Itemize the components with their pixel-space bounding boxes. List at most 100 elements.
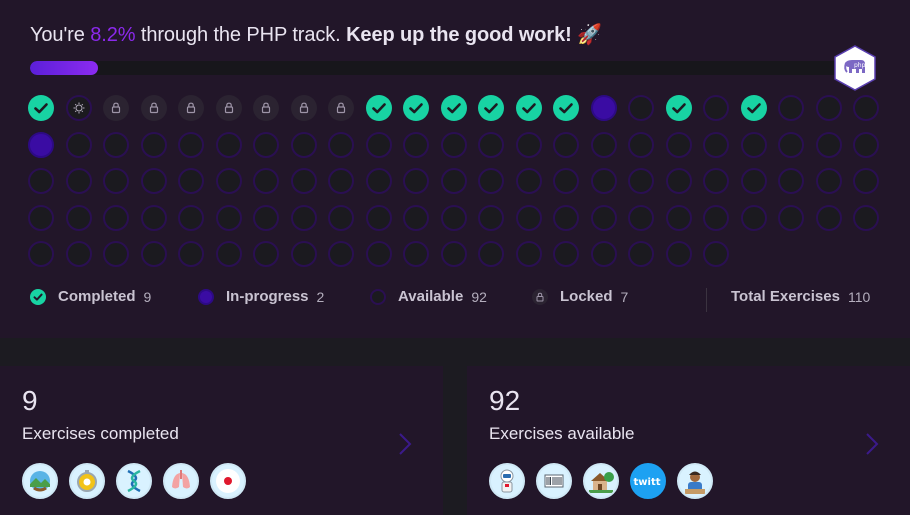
exercise-dot-available[interactable] xyxy=(553,205,579,231)
exercise-dot-completed[interactable] xyxy=(366,95,392,121)
exercise-dot-completed[interactable] xyxy=(666,95,692,121)
exercise-dot-locked[interactable] xyxy=(253,95,279,121)
exercise-dot-available[interactable] xyxy=(441,168,467,194)
exercise-dot-available[interactable] xyxy=(553,168,579,194)
exercise-dot-available[interactable] xyxy=(178,168,204,194)
exercise-dot-available[interactable] xyxy=(591,132,617,158)
exercise-dot-available[interactable] xyxy=(366,132,392,158)
exercises-available-card[interactable]: 92 Exercises available twitt xyxy=(467,366,910,515)
exercise-dot-available[interactable] xyxy=(853,95,879,121)
exercise-dot-available[interactable] xyxy=(141,205,167,231)
exercise-dot-available[interactable] xyxy=(66,205,92,231)
exercise-dot-completed[interactable] xyxy=(553,95,579,121)
exercise-dot-available[interactable] xyxy=(66,241,92,267)
exercise-dot-available[interactable] xyxy=(66,168,92,194)
exercise-dot-available[interactable] xyxy=(366,168,392,194)
exercise-dot-available[interactable] xyxy=(253,205,279,231)
exercise-dot-available[interactable] xyxy=(628,205,654,231)
exercise-dot-available[interactable] xyxy=(328,168,354,194)
exercise-dot-locked[interactable] xyxy=(141,95,167,121)
exercise-dot-locked[interactable] xyxy=(178,95,204,121)
exercise-dot-available[interactable] xyxy=(628,168,654,194)
exercise-dot-completed[interactable] xyxy=(28,95,54,121)
exercise-dot-available[interactable] xyxy=(141,168,167,194)
exercise-dot-available[interactable] xyxy=(741,205,767,231)
exercise-dot-in-progress[interactable] xyxy=(591,95,617,121)
exercise-dot-available[interactable] xyxy=(366,241,392,267)
exercise-dot-available[interactable] xyxy=(778,132,804,158)
globe-landscape-icon[interactable] xyxy=(22,463,58,499)
exercise-dot-available[interactable] xyxy=(741,132,767,158)
exercise-dot-available[interactable] xyxy=(853,132,879,158)
exercise-dot-available[interactable] xyxy=(441,132,467,158)
exercise-dot-completed[interactable] xyxy=(741,95,767,121)
chevron-right-icon[interactable] xyxy=(398,432,412,456)
astronaut-icon[interactable] xyxy=(489,463,525,499)
gear-clock-icon[interactable] xyxy=(69,463,105,499)
exercise-dot-available[interactable] xyxy=(291,241,317,267)
exercise-dot-available[interactable] xyxy=(103,132,129,158)
exercise-dot-available[interactable] xyxy=(666,241,692,267)
exercise-dot-available[interactable] xyxy=(591,168,617,194)
exercise-dot-available[interactable] xyxy=(628,132,654,158)
exercise-dot-available[interactable] xyxy=(403,168,429,194)
exercise-dot-available[interactable] xyxy=(853,168,879,194)
barcode-icon[interactable] xyxy=(536,463,572,499)
exercise-dot-unlocked[interactable] xyxy=(66,95,92,121)
exercise-dot-available[interactable] xyxy=(853,205,879,231)
exercise-dot-available[interactable] xyxy=(253,241,279,267)
exercise-dot-available[interactable] xyxy=(291,168,317,194)
exercise-dot-available[interactable] xyxy=(178,205,204,231)
exercise-dot-available[interactable] xyxy=(553,132,579,158)
exercise-dot-locked[interactable] xyxy=(291,95,317,121)
exercise-dot-available[interactable] xyxy=(516,241,542,267)
exercise-dot-available[interactable] xyxy=(403,241,429,267)
lungs-icon[interactable] xyxy=(163,463,199,499)
exercise-dot-available[interactable] xyxy=(703,132,729,158)
exercise-dot-available[interactable] xyxy=(703,168,729,194)
exercise-dot-available[interactable] xyxy=(778,168,804,194)
exercise-dot-available[interactable] xyxy=(478,205,504,231)
exercise-dot-in-progress[interactable] xyxy=(28,132,54,158)
exercise-dot-available[interactable] xyxy=(666,205,692,231)
exercise-dot-available[interactable] xyxy=(291,205,317,231)
exercise-dot-completed[interactable] xyxy=(516,95,542,121)
exercise-dot-available[interactable] xyxy=(478,241,504,267)
exercise-dot-available[interactable] xyxy=(178,241,204,267)
exercise-dot-available[interactable] xyxy=(216,241,242,267)
exercise-dot-available[interactable] xyxy=(328,132,354,158)
exercise-dot-available[interactable] xyxy=(328,205,354,231)
exercise-dot-available[interactable] xyxy=(441,241,467,267)
exercise-dot-available[interactable] xyxy=(403,205,429,231)
exercise-dot-available[interactable] xyxy=(516,205,542,231)
exercise-dot-available[interactable] xyxy=(28,205,54,231)
librarian-icon[interactable] xyxy=(677,463,713,499)
exercise-dot-locked[interactable] xyxy=(328,95,354,121)
exercise-dot-available[interactable] xyxy=(816,168,842,194)
exercise-dot-available[interactable] xyxy=(478,168,504,194)
exercise-dot-available[interactable] xyxy=(666,132,692,158)
exercise-dot-available[interactable] xyxy=(628,95,654,121)
exercise-dot-available[interactable] xyxy=(703,241,729,267)
exercise-dot-available[interactable] xyxy=(253,168,279,194)
house-icon[interactable] xyxy=(583,463,619,499)
exercise-dot-available[interactable] xyxy=(291,132,317,158)
exercise-dot-available[interactable] xyxy=(628,241,654,267)
exercise-dot-available[interactable] xyxy=(816,95,842,121)
exercise-dot-available[interactable] xyxy=(666,168,692,194)
exercise-dot-available[interactable] xyxy=(703,95,729,121)
exercise-dot-available[interactable] xyxy=(441,205,467,231)
exercise-dot-available[interactable] xyxy=(366,205,392,231)
exercise-dot-completed[interactable] xyxy=(441,95,467,121)
exercise-dot-available[interactable] xyxy=(403,132,429,158)
php-elephant-icon[interactable]: php xyxy=(833,45,877,91)
exercise-dot-available[interactable] xyxy=(816,132,842,158)
exercise-dot-available[interactable] xyxy=(178,132,204,158)
exercise-dot-completed[interactable] xyxy=(478,95,504,121)
exercise-dot-available[interactable] xyxy=(141,132,167,158)
exercise-dot-available[interactable] xyxy=(328,241,354,267)
exercise-dot-locked[interactable] xyxy=(103,95,129,121)
exercise-dot-available[interactable] xyxy=(778,95,804,121)
exercise-dot-available[interactable] xyxy=(66,132,92,158)
exercise-dot-available[interactable] xyxy=(216,168,242,194)
